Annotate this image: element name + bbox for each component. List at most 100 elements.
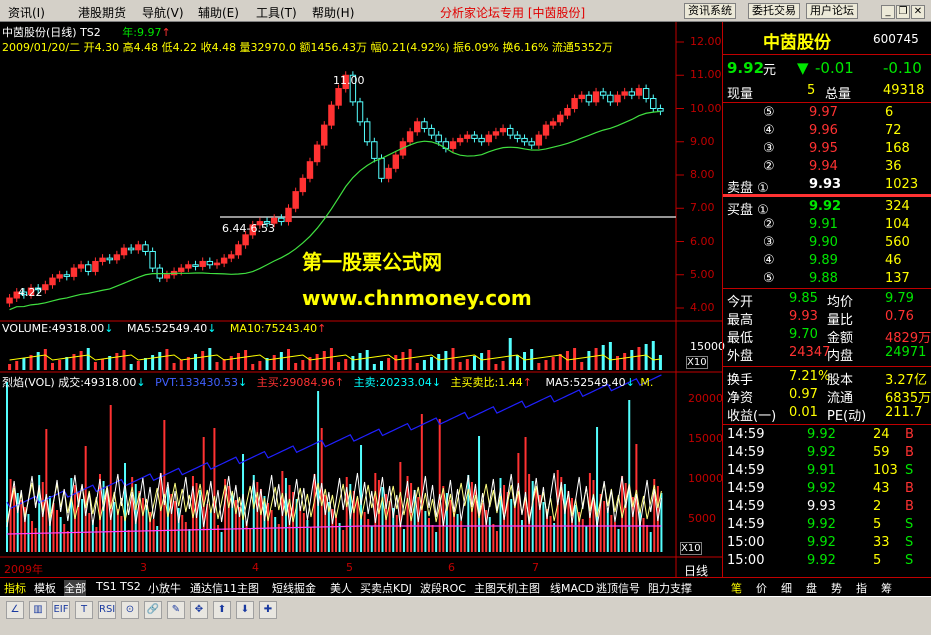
rsi-icon[interactable]: RSI	[98, 601, 116, 619]
candle-body	[135, 244, 142, 251]
flame-bar	[181, 515, 184, 552]
menu-item-hk[interactable]: 港股期货	[78, 4, 126, 21]
price-tick: 7.00	[690, 201, 715, 215]
tick-row-cell: 14:59	[727, 499, 765, 514]
candle-body	[228, 254, 235, 259]
candle-body	[421, 121, 428, 129]
tab-11[interactable]: 主图天机主图	[474, 580, 540, 596]
ask1-row: 卖盘 ① 9.93 1023	[723, 176, 931, 196]
cross-icon[interactable]: ✚	[259, 601, 277, 619]
candle-body	[428, 127, 435, 136]
tab-8[interactable]: 美人	[330, 580, 352, 596]
quote-tab-2[interactable]: 细	[781, 580, 792, 596]
tab-1[interactable]: 模板	[34, 580, 56, 596]
volume-bar	[172, 363, 176, 370]
candle-body	[328, 104, 335, 126]
tab-10[interactable]: 波段ROC	[420, 580, 466, 596]
restore-icon[interactable]: ❐	[896, 5, 910, 19]
bid-row-cell: 560	[885, 235, 910, 250]
tab-9[interactable]: 买卖点KDJ	[360, 580, 412, 596]
candle-body	[63, 274, 71, 277]
tab-3[interactable]: TS1	[96, 580, 117, 593]
tick-row-cell: 103	[873, 463, 898, 478]
flame-bar	[163, 420, 166, 552]
volume-bar	[65, 357, 69, 370]
tab-7[interactable]: 短线掘金	[272, 580, 316, 596]
stat2-row-cell: 收益(一)	[727, 409, 777, 424]
stat-row-cell: 9.85	[789, 291, 818, 306]
candle-body	[92, 260, 99, 272]
flame-volume: 烈焰(VOL) 成交:49318.00	[2, 376, 137, 389]
tab-14[interactable]: 阻力支撑	[648, 580, 692, 596]
tick-row-cell: 9.91	[807, 463, 836, 478]
tick-row-cell: S	[905, 535, 914, 550]
volume-bar	[587, 351, 591, 370]
flame-bar	[34, 528, 37, 552]
price-tick: 6.00	[690, 234, 715, 248]
tick-row-cell: 9.92	[807, 445, 836, 460]
line-icon[interactable]: ∠	[6, 601, 24, 619]
stat-row-cell: 9.70	[789, 327, 818, 342]
flame-bar	[56, 510, 59, 552]
candle-body	[621, 91, 628, 96]
volume-bar	[322, 351, 326, 370]
bid-row-cell: 137	[885, 271, 910, 286]
menu-item-help[interactable]: 帮助(H)	[312, 4, 354, 21]
pen-icon[interactable]: ✎	[167, 601, 185, 619]
info-system-button[interactable]: 资讯系统	[684, 3, 736, 19]
menu-item-info[interactable]: 资讯(I)	[8, 4, 45, 21]
quote-tab-5[interactable]: 指	[856, 580, 867, 596]
volume-bar	[608, 342, 612, 370]
menu-item-nav[interactable]: 导航(V)	[142, 4, 184, 21]
price-tick: 8.00	[690, 168, 715, 181]
up-icon[interactable]: ⬆	[213, 601, 231, 619]
link-icon[interactable]: 🔗	[144, 601, 162, 619]
flame-ratio: 主买卖比:1.44	[450, 376, 523, 389]
tab-12[interactable]: 线MACD	[550, 580, 594, 596]
tab-5[interactable]: 小放牛	[148, 580, 181, 596]
quote-tab-3[interactable]: 盘	[806, 580, 817, 596]
tab-6[interactable]: 通达信11主图	[190, 580, 259, 596]
flame-bar	[299, 506, 302, 552]
chart-area[interactable]: 中茵股份(日线) TS2 年:9.97↑ 2009/01/20/二 开4.30 …	[0, 22, 725, 578]
volume-bar	[301, 360, 305, 370]
tab-0[interactable]: 指标	[4, 580, 26, 596]
quote-tab-1[interactable]: 价	[756, 580, 767, 596]
candle-body	[521, 137, 528, 143]
flame-sell: 主卖:20233.04	[353, 376, 432, 389]
tick-row-cell: 14:59	[727, 463, 765, 478]
flame-bar	[184, 522, 187, 552]
ask-row-cell: ⑤	[763, 105, 775, 120]
trade-button[interactable]: 委托交易	[748, 3, 800, 19]
candle-body	[478, 137, 485, 143]
volume-bar	[444, 351, 448, 370]
down-icon[interactable]: ⬇	[236, 601, 254, 619]
move-icon[interactable]: ✥	[190, 601, 208, 619]
volume-bar	[315, 354, 319, 370]
volume-bar	[179, 360, 183, 370]
flame-bar	[646, 525, 649, 552]
stat2-row-cell: 211.7	[885, 405, 923, 420]
mark-icon[interactable]: ⊙	[121, 601, 139, 619]
eif-icon[interactable]: EIF	[52, 601, 70, 619]
quote-tab-4[interactable]: 势	[831, 580, 842, 596]
close-icon[interactable]: ✕	[911, 5, 925, 19]
text-icon[interactable]: T	[75, 601, 93, 619]
candle-body	[657, 108, 664, 112]
menu-item-tools[interactable]: 工具(T)	[256, 4, 297, 21]
candle-body	[127, 247, 135, 251]
bid-row: ④ 9.89 46	[723, 252, 931, 270]
tab-13[interactable]: 逃顶信号	[596, 580, 640, 596]
tab-4[interactable]: TS2	[120, 580, 141, 593]
forum-button[interactable]: 用户论坛	[806, 3, 858, 19]
stat2-row-cell: 0.97	[789, 387, 818, 402]
bid-row: ⑤ 9.88 137	[723, 270, 931, 288]
minimize-icon[interactable]: _	[881, 5, 895, 19]
quote-tab-6[interactable]: 筹	[881, 580, 892, 596]
bar-icon[interactable]: ▥	[29, 601, 47, 619]
flame-bar	[596, 427, 599, 552]
tab-2[interactable]: 全部	[64, 580, 86, 596]
ask-row: ④ 9.96 72	[723, 122, 931, 140]
quote-tab-0[interactable]: 笔	[731, 580, 742, 596]
menu-item-aux[interactable]: 辅助(E)	[198, 4, 239, 21]
